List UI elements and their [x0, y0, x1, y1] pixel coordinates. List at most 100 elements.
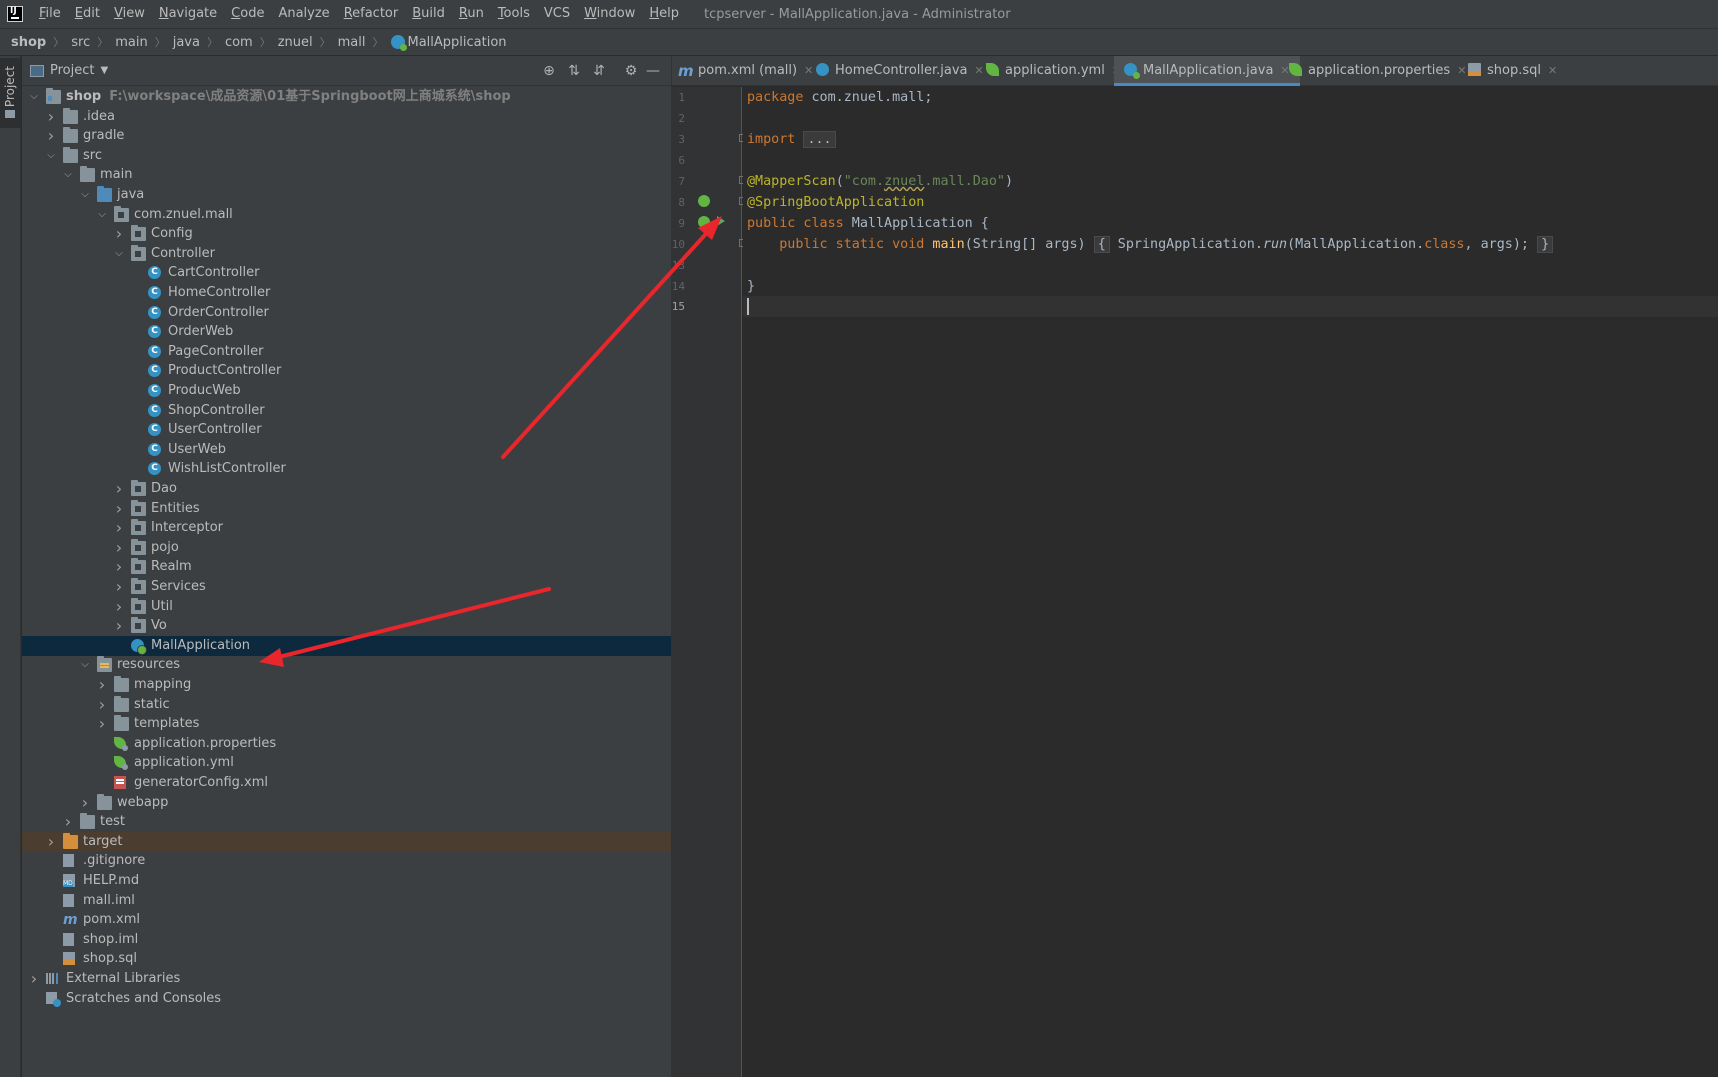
tree-package-entities[interactable]: › Entities	[22, 499, 671, 519]
tree-scratches-and-consoles[interactable]: Scratches and Consoles	[22, 989, 671, 1009]
chevron-right-icon[interactable]: ›	[113, 479, 125, 499]
menu-file[interactable]: File	[32, 0, 68, 28]
chevron-right-icon[interactable]: ›	[113, 224, 125, 244]
fold-region-end[interactable]: }	[1537, 236, 1554, 253]
chevron-down-icon[interactable]: ⌵	[96, 205, 108, 225]
breadcrumb-src[interactable]: src	[71, 35, 90, 50]
menu-run[interactable]: Run	[452, 0, 491, 28]
tree-folder-java[interactable]: ⌵ java	[22, 185, 671, 205]
chevron-right-icon[interactable]: ›	[113, 538, 125, 558]
chevron-down-icon[interactable]: ⌵	[28, 87, 40, 107]
tree-file-application-properties[interactable]: application.properties	[22, 734, 671, 754]
menu-edit[interactable]: Edit	[68, 0, 107, 28]
menu-analyze[interactable]: Analyze	[271, 0, 336, 28]
tree-package-dao[interactable]: › Dao	[22, 479, 671, 499]
chevron-down-icon[interactable]: ⌵	[62, 165, 74, 185]
breadcrumb-shop[interactable]: shop	[11, 35, 46, 50]
tree-class-wishlistcontroller[interactable]: C WishListController	[22, 459, 671, 479]
tab-shop-sql[interactable]: shop.sql ✕	[1468, 56, 1557, 86]
tab-homecontroller[interactable]: HomeController.java ✕	[816, 56, 984, 86]
folded-imports[interactable]: ...	[803, 131, 836, 148]
tree-class-homecontroller[interactable]: C HomeController	[22, 283, 671, 303]
tree-class-pagecontroller[interactable]: C PageController	[22, 342, 671, 362]
tree-package-pojo[interactable]: › pojo	[22, 538, 671, 558]
tree-package-services[interactable]: › Services	[22, 577, 671, 597]
breadcrumb-mall[interactable]: mall	[338, 35, 366, 50]
tree-class-mallapplication[interactable]: MallApplication	[22, 635, 671, 656]
chevron-right-icon[interactable]: ›	[113, 616, 125, 636]
collapse-all-icon[interactable]: ⇵	[590, 62, 608, 80]
chevron-right-icon[interactable]: ›	[28, 969, 40, 989]
menu-window[interactable]: Window	[577, 0, 642, 28]
tree-folder-src[interactable]: ⌵ src	[22, 146, 671, 166]
tree-class-ordercontroller[interactable]: C OrderController	[22, 303, 671, 323]
tree-class-productcontroller[interactable]: C ProductController	[22, 361, 671, 381]
chevron-right-icon[interactable]: ›	[113, 557, 125, 577]
fold-region-start[interactable]: {	[1093, 236, 1110, 253]
chevron-right-icon[interactable]: ›	[113, 499, 125, 519]
tab-pom-xml[interactable]: m pom.xml (mall) ✕	[678, 56, 813, 86]
tree-folder-main[interactable]: ⌵ main	[22, 165, 671, 185]
locate-file-icon[interactable]: ⊕	[540, 62, 558, 80]
tree-file-pom-xml[interactable]: m pom.xml	[22, 910, 671, 930]
tab-application-properties[interactable]: application.properties ✕	[1289, 56, 1466, 86]
hide-panel-icon[interactable]: —	[644, 62, 662, 80]
tree-package-controller[interactable]: ⌵ Controller	[22, 244, 671, 264]
tree-package-interceptor[interactable]: › Interceptor	[22, 518, 671, 538]
tree-folder-webapp[interactable]: › webapp	[22, 793, 671, 813]
close-icon[interactable]: ✕	[1548, 64, 1557, 77]
chevron-right-icon[interactable]: ›	[45, 126, 57, 146]
chevron-right-icon[interactable]: ›	[96, 695, 108, 715]
tree-root-shop[interactable]: ⌵ shop F:\workspace\成品资源\01基于Springboot网上商…	[22, 87, 671, 107]
menu-refactor[interactable]: Refactor	[337, 0, 406, 28]
tree-class-userweb[interactable]: C UserWeb	[22, 440, 671, 460]
tree-file-mall-iml[interactable]: mall.iml	[22, 891, 671, 911]
chevron-right-icon[interactable]: ›	[96, 675, 108, 695]
tree-package-config[interactable]: › Config	[22, 224, 671, 244]
chevron-right-icon[interactable]: ›	[113, 518, 125, 538]
tree-package-realm[interactable]: › Realm	[22, 557, 671, 577]
chevron-right-icon[interactable]: ›	[62, 812, 74, 832]
run-icon[interactable]	[717, 216, 725, 226]
chevron-right-icon[interactable]: ›	[45, 832, 57, 852]
menu-help[interactable]: Help	[642, 0, 686, 28]
breadcrumb-com[interactable]: com	[225, 35, 253, 50]
tree-package-vo[interactable]: › Vo	[22, 616, 671, 636]
chevron-right-icon[interactable]: ›	[45, 107, 57, 127]
tree-folder-templates[interactable]: › templates	[22, 714, 671, 734]
breadcrumb-znuel[interactable]: znuel	[278, 35, 313, 50]
chevron-right-icon[interactable]: ›	[113, 597, 125, 617]
tree-package-util[interactable]: › Util	[22, 597, 671, 617]
project-view-selector[interactable]: Project	[50, 63, 94, 78]
tab-mallapplication[interactable]: MallApplication.java ✕	[1114, 56, 1300, 86]
spring-boot-icon[interactable]	[698, 216, 710, 228]
menu-tools[interactable]: Tools	[491, 0, 537, 28]
tree-file-gitignore[interactable]: .gitignore	[22, 851, 671, 871]
tree-file-generatorconfig-xml[interactable]: generatorConfig.xml	[22, 773, 671, 793]
spring-bean-icon[interactable]	[698, 195, 710, 207]
menu-build[interactable]: Build	[405, 0, 452, 28]
expand-all-icon[interactable]: ⇅	[565, 62, 583, 80]
chevron-down-icon[interactable]: ⌵	[45, 146, 57, 166]
chevron-down-icon[interactable]: ⌵	[79, 185, 91, 205]
tree-external-libraries[interactable]: › External Libraries	[22, 969, 671, 989]
tree-folder-static[interactable]: › static	[22, 695, 671, 715]
close-icon[interactable]: ✕	[804, 64, 813, 77]
tree-folder-target[interactable]: › target	[22, 831, 671, 852]
tree-folder-resources[interactable]: ⌵ resources	[22, 655, 671, 675]
tree-file-shop-sql[interactable]: shop.sql	[22, 949, 671, 969]
menu-code[interactable]: Code	[224, 0, 271, 28]
chevron-right-icon[interactable]: ›	[79, 793, 91, 813]
menu-view[interactable]: View	[107, 0, 152, 28]
breadcrumb-java[interactable]: java	[173, 35, 200, 50]
tree-folder-idea[interactable]: › .idea	[22, 107, 671, 127]
tree-folder-gradle[interactable]: › gradle	[22, 126, 671, 146]
tree-class-cartcontroller[interactable]: C CartController	[22, 263, 671, 283]
breadcrumb-main[interactable]: main	[115, 35, 147, 50]
tree-file-help-md[interactable]: HELP.md	[22, 871, 671, 891]
tree-folder-test[interactable]: › test	[22, 812, 671, 832]
tab-application-yml[interactable]: application.yml✕	[986, 56, 1121, 86]
menu-vcs[interactable]: VCS	[537, 0, 577, 28]
chevron-right-icon[interactable]: ›	[96, 714, 108, 734]
tree-class-orderweb[interactable]: C OrderWeb	[22, 322, 671, 342]
